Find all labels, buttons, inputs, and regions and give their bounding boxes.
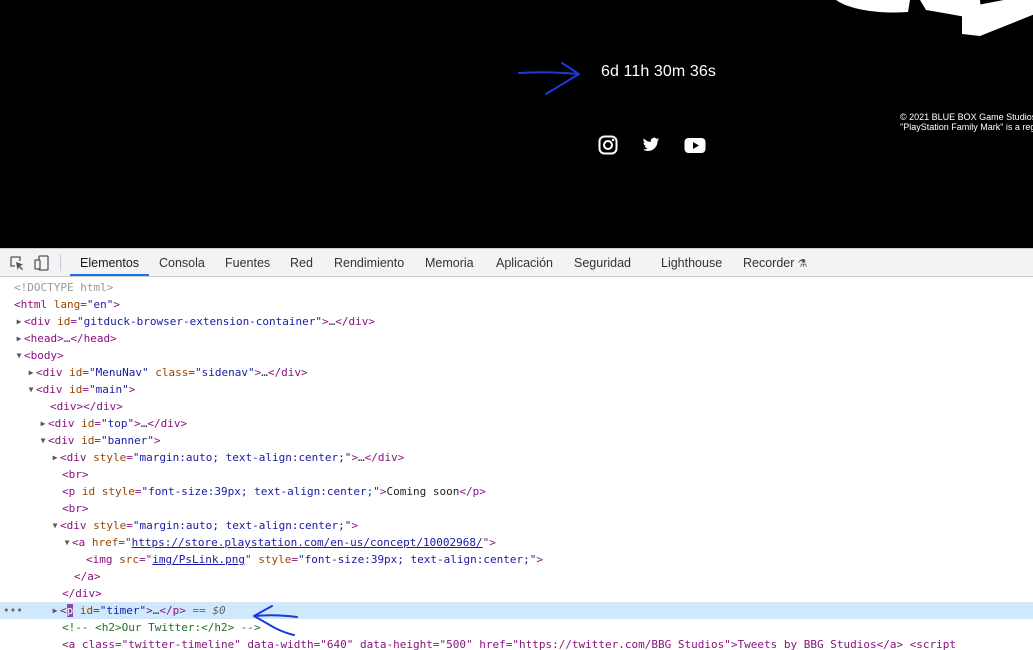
dom-node[interactable]: <p id style="font-size:39px; text-align:… xyxy=(0,483,1033,500)
dom-node[interactable]: </div> xyxy=(0,585,1033,602)
attr-value: "en" xyxy=(86,298,114,311)
devtools-panel: Elementos Consola Fuentes Red Rendimient… xyxy=(0,248,1033,650)
attr-value: "sidenav" xyxy=(194,366,255,379)
dom-node[interactable]: ▶ <div id="gitduck-browser-extension-cont… xyxy=(0,313,1033,330)
dom-node[interactable]: <div></div> xyxy=(0,398,1033,415)
copyright-line: © 2021 BLUE BOX Game Studios xyxy=(900,112,1033,122)
dom-node[interactable]: <a class="twitter-timeline" data-width="… xyxy=(0,636,1033,650)
dom-node[interactable]: ▶ <div id="MenuNav" class="sidenav">…</di… xyxy=(0,364,1033,381)
tag-text: <head>…</head> xyxy=(24,332,117,345)
tag-text: </div> xyxy=(62,587,102,600)
countdown-timer: 6d 11h 30m 36s xyxy=(601,63,716,80)
dom-node-selected[interactable]: ••• ▶ <p id="timer">…</p> == $0 xyxy=(0,602,1033,619)
dom-node[interactable]: ▼ <div id="main"> xyxy=(0,381,1033,398)
tab-lighthouse[interactable]: Lighthouse xyxy=(661,249,722,276)
collapse-triangle-icon[interactable]: ▼ xyxy=(14,347,24,364)
expand-triangle-icon[interactable]: ▶ xyxy=(14,313,24,330)
flask-icon: ⚗ xyxy=(797,258,808,270)
collapse-triangle-icon[interactable]: ▼ xyxy=(38,432,48,449)
text-node: Coming soon xyxy=(386,485,460,498)
dom-node[interactable]: ▶ <head>…</head> xyxy=(0,330,1033,347)
attr-value: "margin:auto; text-align:center;" xyxy=(132,451,352,464)
copyright-line: "PlayStation Family Mark" is a reg xyxy=(900,122,1033,132)
tag-text: <br> xyxy=(62,502,89,515)
dom-node[interactable]: <!-- <h2>Our Twitter:</h2> --> xyxy=(0,619,1033,636)
device-toolbar-icon[interactable] xyxy=(34,255,50,271)
tag-text: <a class="twitter-timeline" data-width="… xyxy=(62,638,957,650)
page-viewport: 6d 11h 30m 36s © 2021 BLUE BOX Game Stud… xyxy=(0,0,1033,248)
console-ref: == $0 xyxy=(192,604,226,617)
more-options-icon[interactable]: ••• xyxy=(3,602,23,619)
tag-text: <html xyxy=(14,298,54,311)
expand-triangle-icon[interactable]: ▶ xyxy=(38,415,48,432)
attr-value: "font-size:39px; text-align:center;" xyxy=(141,485,380,498)
copyright-text: © 2021 BLUE BOX Game Studios "PlayStatio… xyxy=(900,112,1033,132)
dom-node[interactable]: <!DOCTYPE html> xyxy=(0,279,1033,296)
comment-node: <!-- <h2>Our Twitter:</h2> --> xyxy=(62,621,261,634)
src-link[interactable]: img/PsLink.png xyxy=(152,553,245,566)
twitter-link[interactable] xyxy=(642,135,660,159)
instagram-icon xyxy=(598,135,618,155)
tag-text: <body> xyxy=(24,349,64,362)
playstation-logo xyxy=(836,0,1033,36)
dom-node[interactable]: ▼ <div style="margin:auto; text-align:cen… xyxy=(0,517,1033,534)
tab-recorder[interactable]: Recorder ⚗ xyxy=(743,249,807,276)
doctype-text: <!DOCTYPE html> xyxy=(14,281,114,294)
tab-aplicacion[interactable]: Aplicación xyxy=(496,249,553,276)
dom-node[interactable]: <html lang="en"> xyxy=(0,296,1033,313)
attr-value: "font-size:39px; text-align:center;" xyxy=(297,553,537,566)
attr-value: "timer" xyxy=(99,604,147,617)
tag-text: <div></div> xyxy=(50,400,123,413)
attr-value: "main" xyxy=(89,383,129,396)
attr-value: "gitduck-browser-extension-container" xyxy=(77,315,323,328)
tab-fuentes[interactable]: Fuentes xyxy=(225,249,270,276)
inspect-element-icon[interactable] xyxy=(9,255,25,271)
tab-consola[interactable]: Consola xyxy=(159,249,205,276)
dom-node[interactable]: </a> xyxy=(0,568,1033,585)
attr-value: "margin:auto; text-align:center;" xyxy=(132,519,352,532)
dom-node[interactable]: ▶ <div style="margin:auto; text-align:cen… xyxy=(0,449,1033,466)
youtube-link[interactable] xyxy=(684,135,706,159)
twitter-icon xyxy=(642,137,660,152)
collapse-triangle-icon[interactable]: ▼ xyxy=(50,517,60,534)
tab-elementos[interactable]: Elementos xyxy=(70,249,150,276)
dom-node[interactable]: <br> xyxy=(0,500,1033,517)
attr-value: "MenuNav" xyxy=(89,366,149,379)
dom-node[interactable]: <br> xyxy=(0,466,1033,483)
tab-red[interactable]: Red xyxy=(290,249,313,276)
tab-memoria[interactable]: Memoria xyxy=(425,249,474,276)
tab-rendimiento[interactable]: Rendimiento xyxy=(334,249,404,276)
attr-value: "banner" xyxy=(101,434,154,447)
youtube-icon xyxy=(684,138,706,153)
expand-triangle-icon[interactable]: ▶ xyxy=(50,602,60,619)
collapse-triangle-icon[interactable]: ▼ xyxy=(26,381,36,398)
dom-tree: <!DOCTYPE html> <html lang="en"> ▶ <div i… xyxy=(0,277,1033,650)
devtools-tabbar: Elementos Consola Fuentes Red Rendimient… xyxy=(0,249,1033,277)
toolbar-divider xyxy=(60,254,61,271)
tag-text: </a> xyxy=(74,570,101,583)
tab-recorder-label: Recorder xyxy=(743,256,795,270)
dom-node[interactable]: ▼ <body> xyxy=(0,347,1033,364)
expand-triangle-icon[interactable]: ▶ xyxy=(14,330,24,347)
tab-seguridad[interactable]: Seguridad xyxy=(574,249,631,276)
attr-value: "top" xyxy=(101,417,135,430)
dom-node[interactable]: ▼ <div id="banner"> xyxy=(0,432,1033,449)
instagram-link[interactable] xyxy=(598,135,618,159)
collapse-triangle-icon[interactable]: ▼ xyxy=(62,534,72,551)
dom-node[interactable]: <img src="img/PsLink.png" style="font-si… xyxy=(0,551,1033,568)
attr-name: lang xyxy=(53,298,81,311)
tag-text: <br> xyxy=(62,468,89,481)
dom-node[interactable]: ▼ <a href="https://store.playstation.com/… xyxy=(0,534,1033,551)
expand-triangle-icon[interactable]: ▶ xyxy=(26,364,36,381)
expand-triangle-icon[interactable]: ▶ xyxy=(50,449,60,466)
href-link[interactable]: https://store.playstation.com/en-us/conc… xyxy=(132,536,483,549)
annotation-arrow-icon xyxy=(253,605,298,636)
annotation-arrow-icon xyxy=(518,62,580,95)
dom-node[interactable]: ▶ <div id="top">…</div> xyxy=(0,415,1033,432)
